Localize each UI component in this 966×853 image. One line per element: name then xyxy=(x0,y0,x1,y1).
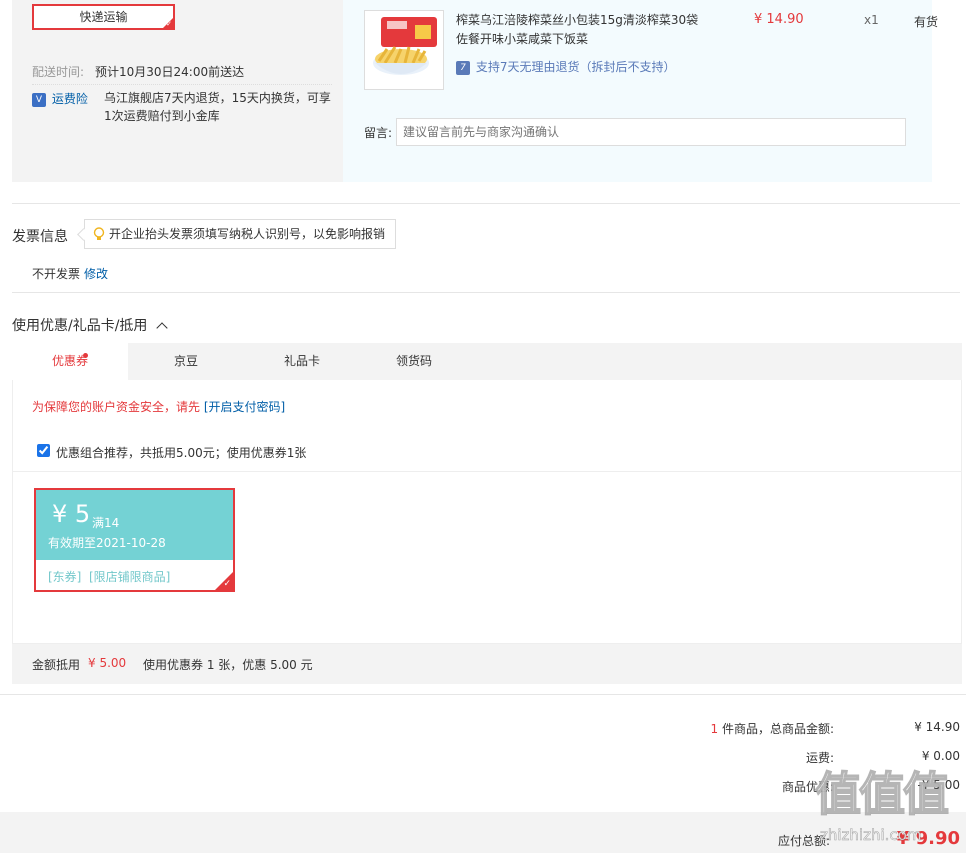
freight-amount: ¥ 0.00 xyxy=(921,749,960,763)
divider xyxy=(13,471,961,472)
notification-dot xyxy=(83,353,88,358)
tab-gift-card[interactable]: 礼品卡 xyxy=(244,343,360,380)
coupon-card[interactable]: ¥ 5 满14 有效期至2021-10-28 [东券] [限店铺限商品] ✓ xyxy=(34,488,235,592)
security-notice-text: 为保障您的账户资金安全，请先 xyxy=(32,400,201,414)
enable-pay-password-link[interactable]: [开启支付密码] xyxy=(204,400,285,414)
return-policy: 7 支持7天无理由退货（拆封后不支持） xyxy=(456,58,675,75)
shield-icon: V xyxy=(32,92,46,107)
product-title-line1: 榨菜乌江涪陵榨菜丝小包装15g清淡榨菜30袋 xyxy=(456,13,699,27)
security-notice: 为保障您的账户资金安全，请先 [开启支付密码] xyxy=(32,398,285,415)
discount-summary-label: 金额抵用 xyxy=(32,658,81,672)
delivery-time-value: 预计10月30日24:00前送达 xyxy=(95,65,245,79)
goods-total-label: 1 件商品，总商品金额: xyxy=(710,720,834,737)
lightbulb-icon xyxy=(93,220,105,253)
product-image[interactable] xyxy=(364,10,444,90)
watermark-logo: 值值值 xyxy=(814,767,950,821)
check-icon: ✓ xyxy=(166,20,172,28)
product-price: ¥ 14.90 xyxy=(754,12,804,27)
discount-tabs: 优惠券 京豆 礼品卡 领货码 xyxy=(12,343,962,380)
freight-label: 运费: xyxy=(805,751,834,765)
coupon-amount: ¥ 5 xyxy=(52,500,91,528)
invoice-modify-link[interactable]: 修改 xyxy=(84,265,108,282)
tab-pickup-code[interactable]: 领货码 xyxy=(356,343,472,380)
stock-status: 有货 xyxy=(914,15,939,29)
freight-insurance[interactable]: V 运费险 xyxy=(32,90,88,107)
tab-jingdou-label: 京豆 xyxy=(173,354,198,368)
freight-insurance-label: 运费险 xyxy=(51,92,88,106)
tab-gift-card-label: 礼品卡 xyxy=(283,354,320,368)
discount-section-toggle[interactable]: 使用优惠/礼品卡/抵用 xyxy=(12,315,168,335)
message-label: 留言: xyxy=(364,126,393,140)
check-icon: ✓ xyxy=(223,579,231,589)
pickle-bowl-image xyxy=(373,17,437,75)
divider xyxy=(12,203,960,204)
divider xyxy=(12,292,960,293)
invoice-title: 发票信息 xyxy=(12,229,68,245)
express-shipping-label: 快递运输 xyxy=(79,10,128,24)
freight-insurance-desc: 乌江旗舰店7天内退货，15天内换货，可享 1次运费赔付到小金库 xyxy=(104,89,331,125)
product-quantity: x1 xyxy=(864,13,879,27)
discount-summary: 金额抵用 ¥ 5.00 使用优惠券 1 张，优惠 5.00 元 xyxy=(12,644,962,684)
freight-insurance-desc-line2: 1次运费赔付到小金库 xyxy=(104,109,220,123)
tab-jingdou[interactable]: 京豆 xyxy=(128,343,244,380)
delivery-time-label: 配送时间: xyxy=(32,65,85,79)
chevron-up-icon xyxy=(156,322,168,334)
goods-total-amount: ¥ 14.90 xyxy=(914,720,960,734)
watermark-url: zhizhizhi.com xyxy=(820,826,922,845)
divider xyxy=(32,84,332,85)
return-policy-text: 支持7天无理由退货（拆封后不支持） xyxy=(475,60,676,74)
message-input[interactable] xyxy=(396,118,906,146)
freight-insurance-desc-line1: 乌江旗舰店7天内退货，15天内换货，可享 xyxy=(104,91,331,105)
coupon-condition: 满14 xyxy=(92,516,120,530)
coupon-tags: [东券] [限店铺限商品] xyxy=(48,570,171,584)
goods-total-text: 件商品，总商品金额: xyxy=(721,722,834,736)
product-title[interactable]: 榨菜乌江涪陵榨菜丝小包装15g清淡榨菜30袋 佐餐开味小菜咸菜下饭菜 xyxy=(456,11,698,49)
coupon-expiry: 有效期至2021-10-28 xyxy=(48,536,166,550)
tab-pickup-code-label: 领货码 xyxy=(395,354,432,368)
coupon-card-header: ¥ 5 满14 有效期至2021-10-28 xyxy=(36,490,233,560)
divider xyxy=(0,694,966,695)
invoice-tip: 开企业抬头发票须填写纳税人识别号，以免影响报销 xyxy=(84,219,397,249)
invoice-status: 不开发票 xyxy=(32,267,81,281)
discount-summary-amount: ¥ 5.00 xyxy=(88,656,127,670)
item-count: 1 xyxy=(710,722,719,736)
discount-summary-text: 使用优惠券 1 张，优惠 5.00 元 xyxy=(143,658,313,672)
discount-section-title: 使用优惠/礼品卡/抵用 xyxy=(12,318,148,334)
tab-coupon[interactable]: 优惠券 xyxy=(12,343,128,380)
combo-recommend-label: 优惠组合推荐，共抵用5.00元；使用优惠券1张 xyxy=(56,446,307,460)
product-title-line2: 佐餐开味小菜咸菜下饭菜 xyxy=(456,32,589,46)
express-shipping-option[interactable]: 快递运输 ✓ xyxy=(32,4,175,30)
invoice-tip-text: 开企业抬头发票须填写纳税人识别号，以免影响报销 xyxy=(109,227,386,241)
combo-recommend-checkbox[interactable] xyxy=(37,444,50,457)
return-7day-icon: 7 xyxy=(456,60,470,75)
